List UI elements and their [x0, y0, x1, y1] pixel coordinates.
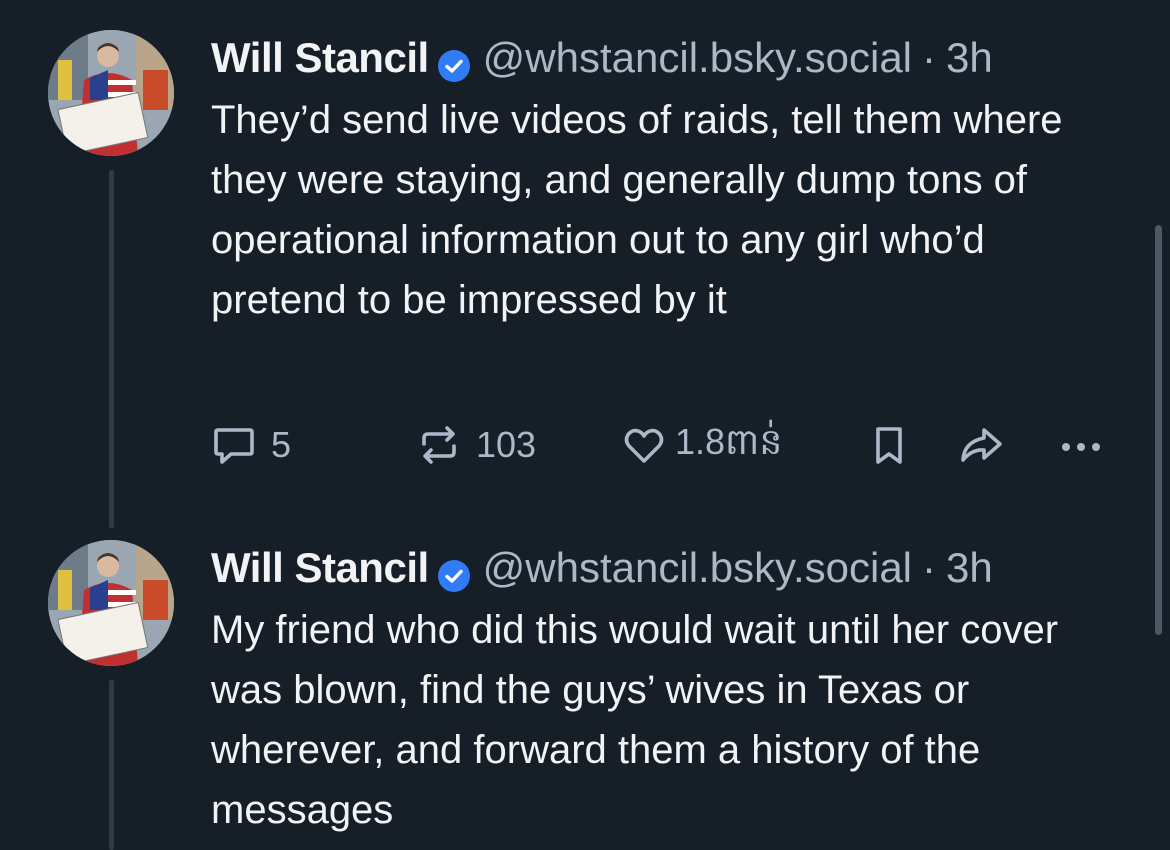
repost-arrows-icon	[416, 422, 462, 468]
share-arrow-icon	[956, 422, 1006, 468]
post[interactable]: Will Stancil @whstancil.bsky.social · 3h…	[0, 540, 1140, 850]
verified-check-icon	[437, 551, 471, 592]
post-text: They’d send live videos of raids, tell t…	[211, 98, 1063, 322]
post-feed: Will Stancil @whstancil.bsky.social · 3h…	[0, 0, 1170, 850]
reply-count: 5	[271, 424, 292, 465]
author-name[interactable]: Will Stancil	[211, 540, 429, 596]
bookmark-icon	[866, 422, 912, 468]
more-dots-icon	[1056, 422, 1106, 468]
avatar[interactable]	[48, 30, 174, 156]
bookmark-button[interactable]	[866, 415, 912, 475]
avatar[interactable]	[48, 540, 174, 666]
speech-bubble-icon	[211, 422, 257, 468]
avatar-image	[48, 30, 174, 156]
post-timestamp[interactable]: 3h	[946, 30, 993, 86]
author-handle[interactable]: @whstancil.bsky.social	[483, 540, 912, 596]
avatar-image	[48, 540, 174, 666]
share-button[interactable]	[956, 415, 1006, 475]
repost-count: 103	[476, 424, 537, 465]
author-name[interactable]: Will Stancil	[211, 30, 429, 86]
scrollbar[interactable]	[1155, 225, 1162, 635]
post-header: Will Stancil @whstancil.bsky.social · 3h	[211, 30, 1140, 86]
post-timestamp[interactable]: 3h	[946, 540, 993, 596]
post-header: Will Stancil @whstancil.bsky.social · 3h	[211, 540, 1140, 596]
post-actions: 5 103 1.8ពាន់	[211, 415, 1111, 475]
post[interactable]: Will Stancil @whstancil.bsky.social · 3h…	[0, 30, 1140, 500]
post-content: Will Stancil @whstancil.bsky.social · 3h…	[211, 30, 1140, 330]
reply-button[interactable]: 5	[211, 415, 291, 475]
verified-check-icon	[437, 41, 471, 82]
post-text: My friend who did this would wait until …	[211, 608, 1059, 832]
repost-button[interactable]: 103	[416, 415, 536, 475]
separator-dot: ·	[922, 544, 937, 591]
separator-dot: ·	[922, 34, 937, 81]
heart-icon	[621, 422, 667, 468]
like-count: 1.8ពាន់	[675, 420, 783, 462]
author-handle[interactable]: @whstancil.bsky.social	[483, 30, 912, 86]
like-button[interactable]: 1.8ពាន់	[621, 415, 782, 475]
post-content: Will Stancil @whstancil.bsky.social · 3h…	[211, 540, 1140, 840]
more-options-button[interactable]	[1056, 415, 1106, 475]
